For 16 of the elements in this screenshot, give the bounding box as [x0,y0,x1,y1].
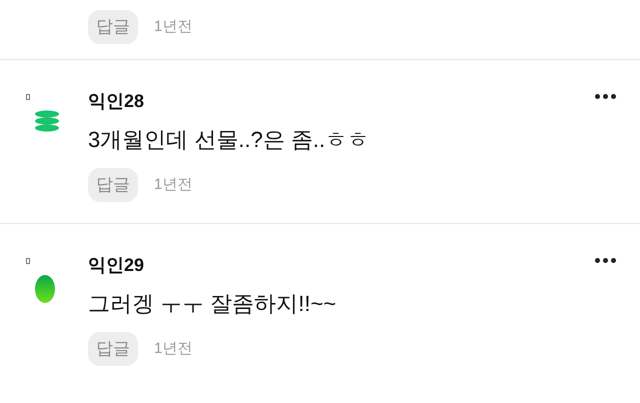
commenter-name: 익인29 [88,254,144,277]
reply-button[interactable]: 답글 [88,168,138,202]
comment-time: 1년전 [154,174,192,195]
marker-icon [26,258,30,264]
comment-text: 3개월인데 선물..?은 좀..ㅎㅎ [88,126,370,154]
comment-time: 1년전 [154,16,192,37]
reply-button[interactable]: 답글 [88,332,138,366]
avatar-icon [34,274,56,304]
comment-time: 1년전 [154,338,192,359]
reply-button[interactable]: 답글 [88,10,138,44]
marker-icon [26,94,30,100]
avatar-icon [34,110,60,132]
more-icon[interactable] [595,258,616,263]
commenter-name: 익인28 [88,90,144,113]
more-icon[interactable] [595,94,616,99]
comment-text: 그러겡 ㅜㅜ 잘좀하지!!~~ [88,290,338,318]
